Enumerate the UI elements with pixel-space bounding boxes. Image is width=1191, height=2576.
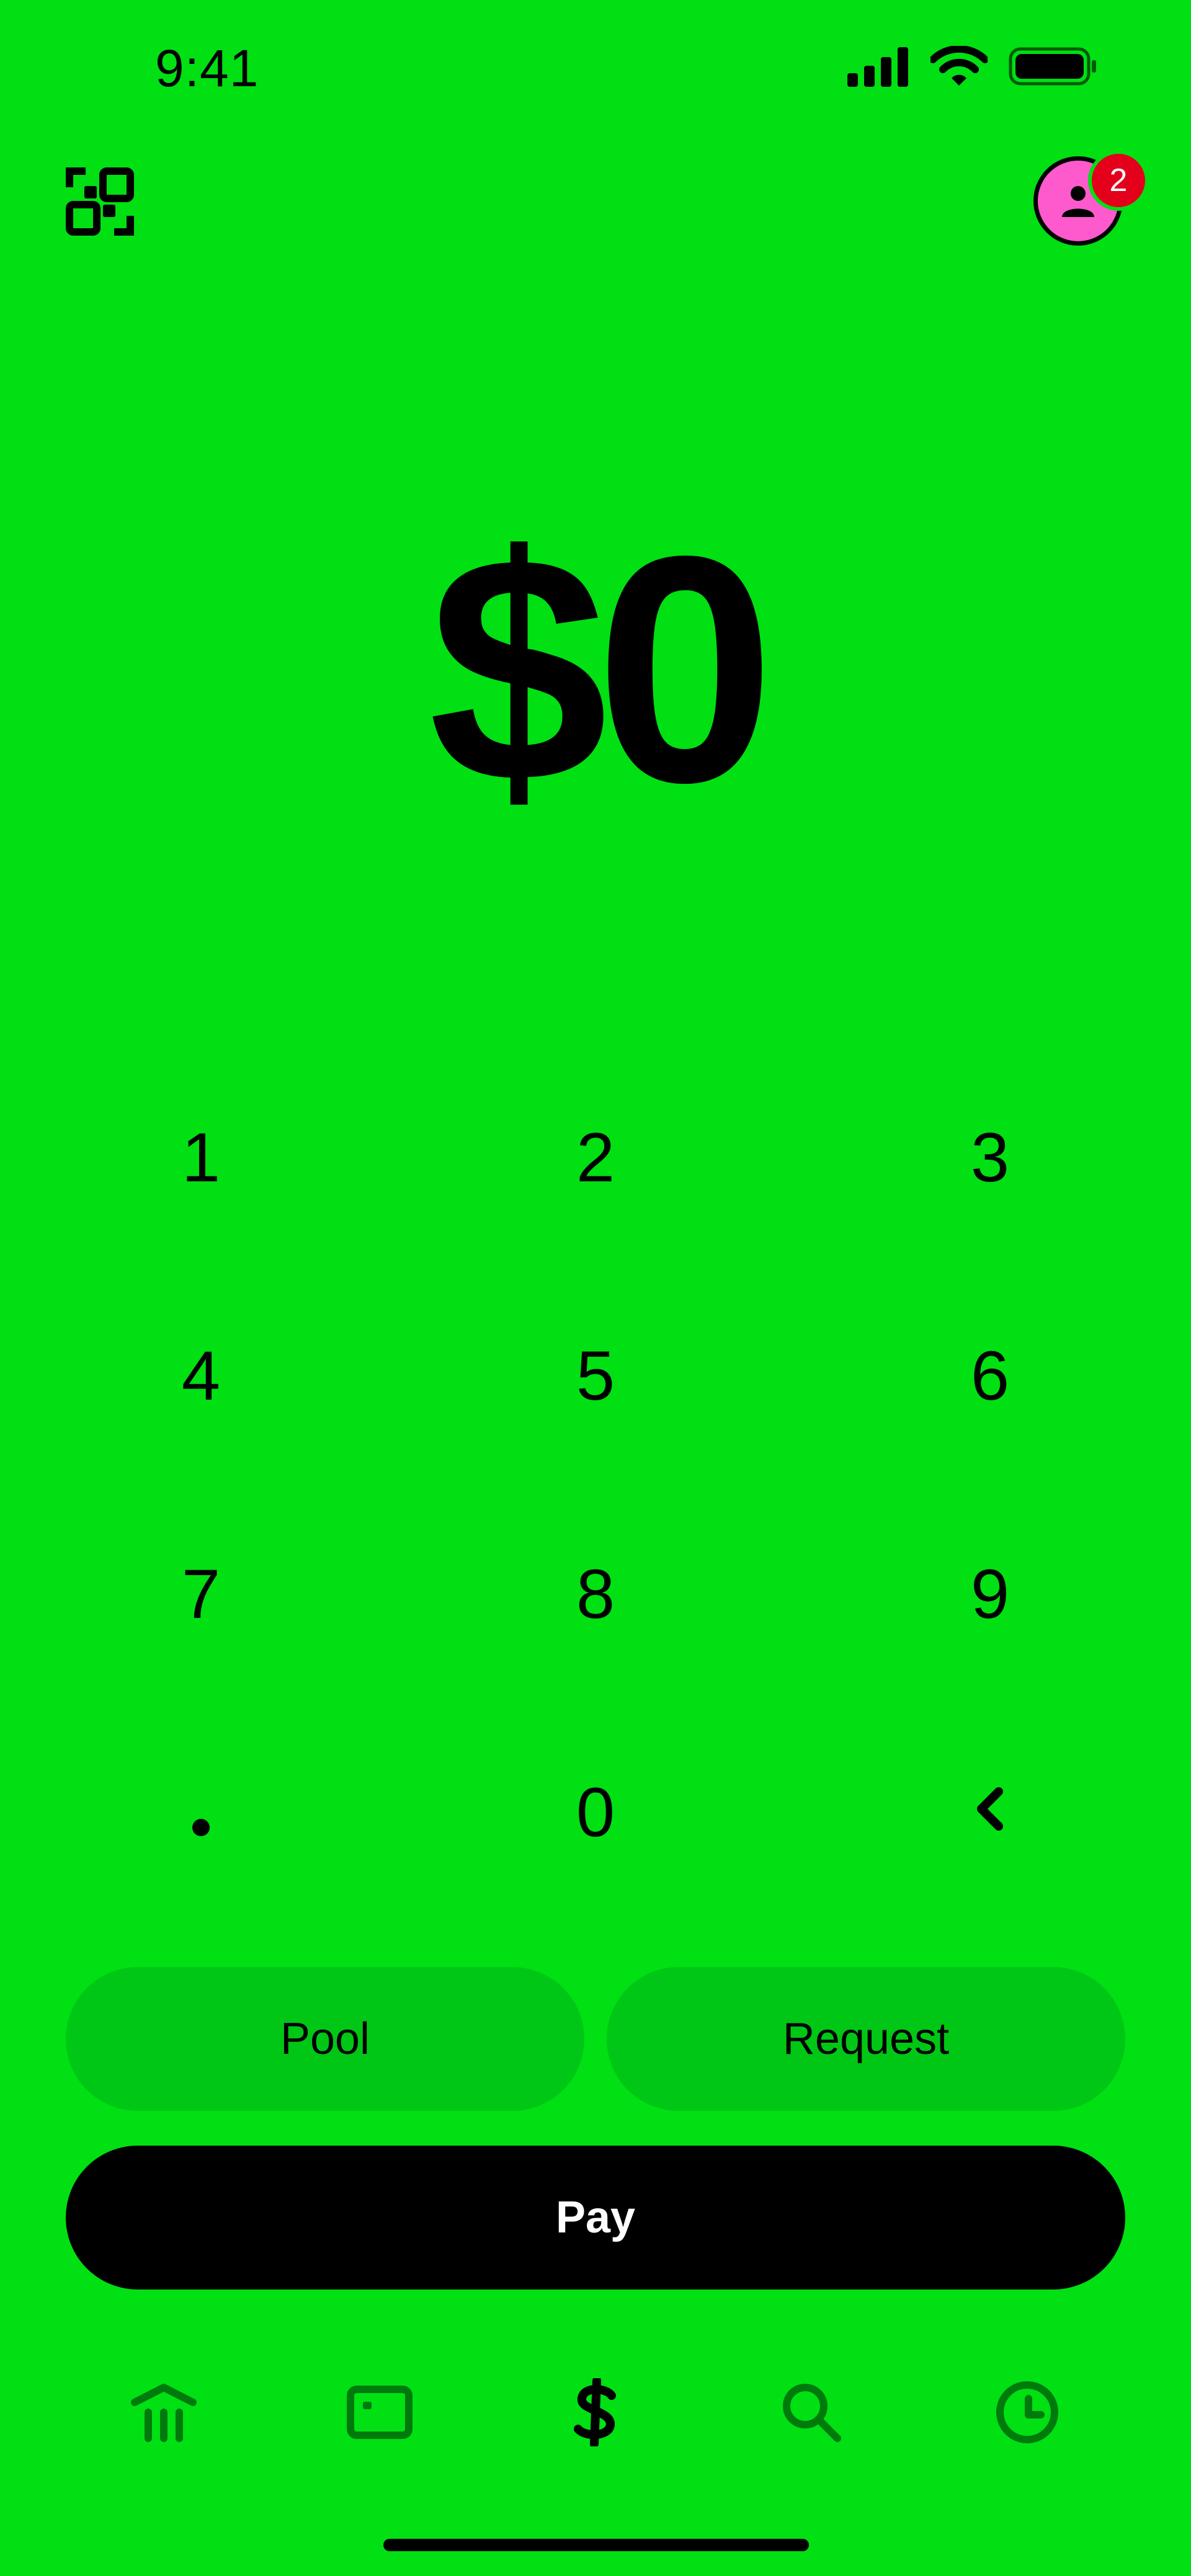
pay-button[interactable]: Pay: [66, 2146, 1125, 2290]
amount-display: $0: [428, 489, 775, 850]
key-9[interactable]: 9: [793, 1485, 1187, 1703]
tab-activity[interactable]: [990, 2369, 1064, 2456]
notification-badge: 2: [1088, 150, 1149, 211]
key-decimal[interactable]: [4, 1703, 398, 1921]
bank-icon: [131, 2384, 197, 2442]
tab-search[interactable]: [774, 2369, 849, 2456]
home-indicator: [383, 2539, 809, 2551]
key-backspace[interactable]: [793, 1703, 1187, 1921]
decimal-dot-icon: [192, 1819, 210, 1836]
status-icons: [847, 46, 1098, 87]
qr-scan-icon: [66, 167, 134, 236]
key-0[interactable]: 0: [398, 1703, 793, 1921]
request-button[interactable]: Request: [607, 1967, 1125, 2111]
wifi-icon: [930, 46, 988, 86]
qr-scan-button[interactable]: [66, 167, 134, 236]
dollar-icon: [574, 2378, 616, 2446]
status-time: 9:41: [155, 39, 259, 97]
key-2[interactable]: 2: [398, 1048, 793, 1266]
key-8[interactable]: 8: [398, 1485, 793, 1703]
signal-icon: [847, 47, 908, 87]
tab-money[interactable]: [558, 2369, 633, 2456]
key-3[interactable]: 3: [793, 1048, 1187, 1266]
tab-bar: [0, 2369, 1191, 2456]
key-5[interactable]: 5: [398, 1266, 793, 1485]
pool-button[interactable]: Pool: [66, 1967, 584, 2111]
tab-card[interactable]: [342, 2369, 417, 2456]
chevron-left-icon: [977, 1787, 1003, 1831]
card-icon: [347, 2386, 413, 2439]
keypad: 1 2 3 4 5 6 7 8 9 0: [0, 1048, 1191, 1921]
search-icon: [783, 2384, 841, 2442]
profile-button[interactable]: 2: [1033, 150, 1149, 249]
key-4[interactable]: 4: [4, 1266, 398, 1485]
battery-icon: [1009, 47, 1096, 86]
key-1[interactable]: 1: [4, 1048, 398, 1266]
key-7[interactable]: 7: [4, 1485, 398, 1703]
tab-banking[interactable]: [127, 2369, 201, 2456]
clock-icon: [996, 2381, 1058, 2443]
key-6[interactable]: 6: [793, 1266, 1187, 1485]
